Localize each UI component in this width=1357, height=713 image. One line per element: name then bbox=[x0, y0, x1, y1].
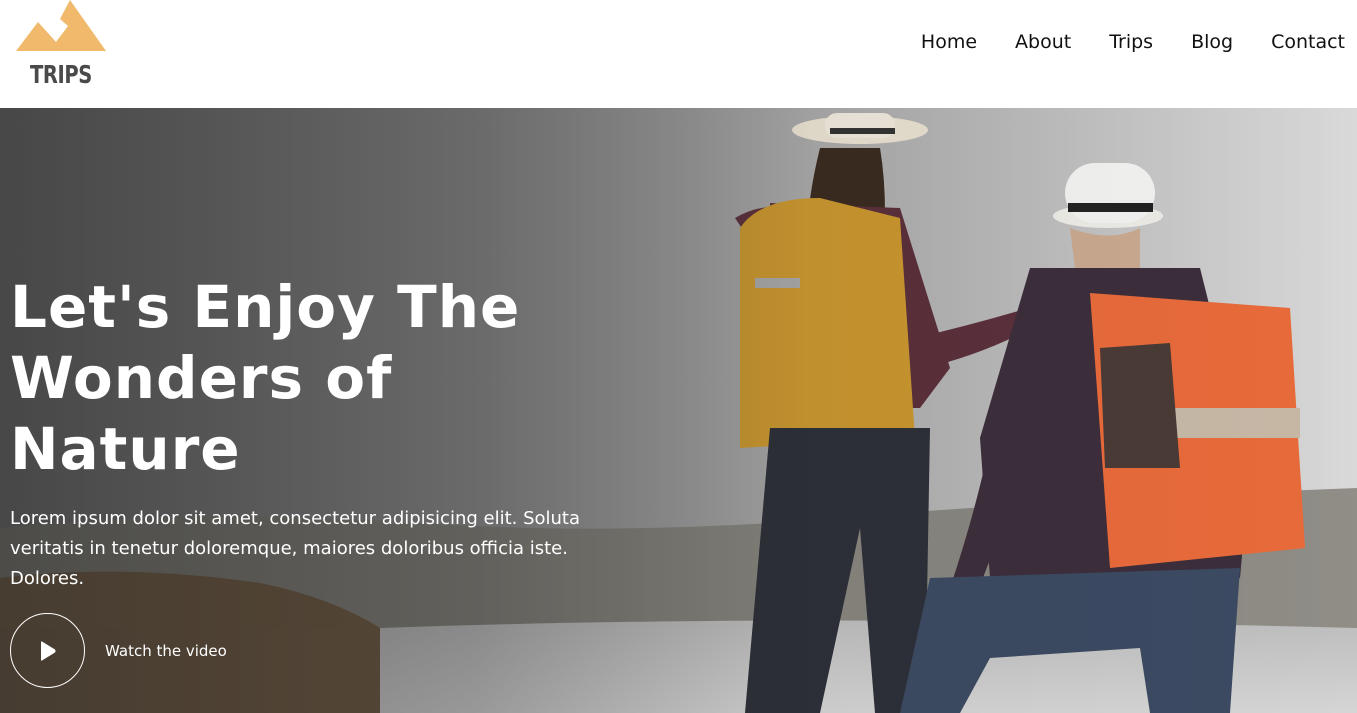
mountain-icon bbox=[16, 0, 106, 51]
watch-video-label[interactable]: Watch the video bbox=[105, 642, 227, 660]
hero-description: Lorem ipsum dolor sit amet, consectetur … bbox=[10, 508, 581, 589]
logo[interactable]: TRIPS bbox=[14, 0, 108, 100]
nav-blog[interactable]: Blog bbox=[1153, 28, 1233, 56]
hero-title: Let's Enjoy The Wonders of Nature bbox=[10, 272, 570, 485]
play-icon bbox=[41, 641, 56, 661]
nav-contact[interactable]: Contact bbox=[1233, 28, 1345, 56]
site-header: TRIPS Home About Trips Blog Contact bbox=[0, 0, 1357, 108]
watch-video-button[interactable]: Watch the video bbox=[10, 613, 227, 688]
play-button[interactable] bbox=[10, 613, 85, 688]
hero-title-line-2: Wonders of bbox=[10, 344, 393, 412]
nav-about[interactable]: About bbox=[977, 28, 1071, 56]
nav-home[interactable]: Home bbox=[883, 28, 977, 56]
hero-title-line-1: Let's Enjoy The bbox=[10, 273, 521, 341]
logo-text: TRIPS bbox=[30, 60, 92, 89]
hero-section: Let's Enjoy The Wonders of Nature Lorem … bbox=[0, 108, 1357, 713]
hero-title-line-3: Nature bbox=[10, 415, 241, 483]
nav-trips[interactable]: Trips bbox=[1071, 28, 1153, 56]
main-nav: Home About Trips Blog Contact bbox=[883, 28, 1345, 56]
